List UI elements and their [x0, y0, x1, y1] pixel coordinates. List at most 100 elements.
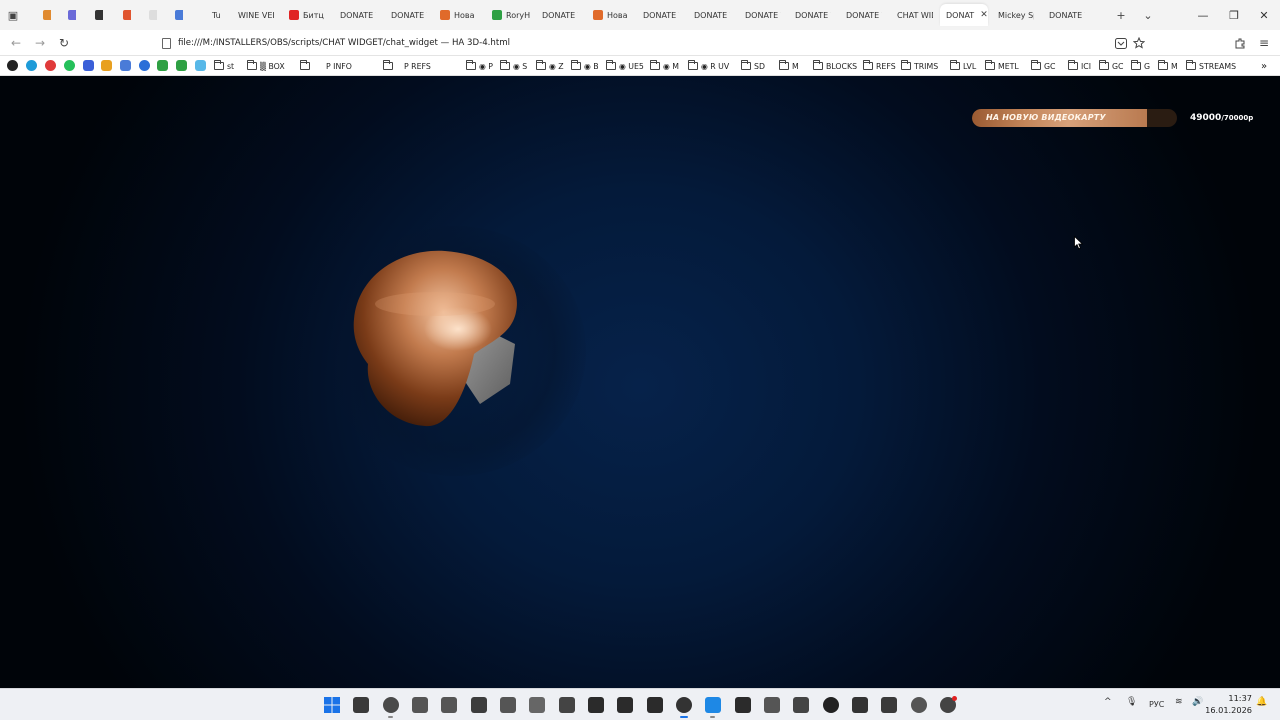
minimize-button[interactable]: —	[1193, 6, 1213, 24]
tab-active[interactable]: DONAT ✕	[940, 4, 988, 26]
app-icon[interactable]	[383, 697, 399, 713]
bookmark-folder[interactable]: P INFO	[326, 59, 352, 73]
blue-circle-icon[interactable]	[26, 60, 37, 71]
firefox-icon[interactable]	[676, 697, 692, 713]
bookmark-folder[interactable]: G	[1131, 59, 1150, 73]
url-text[interactable]: file:///M:/INSTALLERS/OBS/scripts/CHAT W…	[178, 38, 510, 48]
bookmark-folder[interactable]: METL	[985, 59, 1019, 73]
bookmark-folder[interactable]: GC	[1099, 59, 1124, 73]
tab-list-button[interactable]: ⌄	[1140, 7, 1156, 23]
browser-tab[interactable]: RoryH	[486, 4, 542, 26]
browser-tab[interactable]: Нова	[587, 4, 643, 26]
app-icon[interactable]	[793, 697, 809, 713]
bookmark-folder[interactable]: ◉ S	[500, 59, 527, 73]
image-icon[interactable]	[101, 60, 112, 71]
browser-tab[interactable]: DONATE V	[385, 4, 427, 26]
microphone-app-icon[interactable]	[911, 697, 927, 713]
reload-button[interactable]: ↻	[56, 35, 72, 51]
substance-icon[interactable]	[617, 697, 633, 713]
browser-tab[interactable]: Mickey Sp	[992, 4, 1034, 26]
spotify-icon[interactable]	[823, 697, 839, 713]
bookmark-folder[interactable]: GC	[1031, 59, 1056, 73]
bookmark-folder[interactable]: ICI	[1068, 59, 1091, 73]
bookmark-folder[interactable]: st	[214, 59, 234, 73]
photo-icon[interactable]	[195, 60, 206, 71]
browser-tab[interactable]: DONATE V	[334, 4, 376, 26]
painter-icon[interactable]	[647, 697, 663, 713]
bookmark-folder[interactable]: ◉ Z	[536, 59, 564, 73]
check-icon[interactable]	[139, 60, 150, 71]
browser-tab[interactable]	[169, 4, 183, 26]
more-bookmarks-icon[interactable]: »	[1261, 59, 1267, 73]
browser-tab[interactable]	[62, 4, 76, 26]
browser-tab[interactable]: DONATE V	[840, 4, 882, 26]
task-view-icon[interactable]	[353, 697, 369, 713]
docs-icon[interactable]	[83, 60, 94, 71]
blender-like-icon[interactable]	[412, 697, 428, 713]
volume-icon[interactable]: 🔊	[1192, 697, 1203, 707]
bookmark-folder[interactable]: ◉ M	[650, 59, 679, 73]
forward-button[interactable]: →	[32, 35, 48, 51]
photoshop-icon[interactable]	[588, 697, 604, 713]
k-icon[interactable]	[176, 60, 187, 71]
bookmark-star-icon[interactable]	[1131, 35, 1147, 51]
browser-tab[interactable]: DONATE V	[1043, 4, 1085, 26]
bookmark-folder[interactable]: ◉ R UV	[688, 59, 729, 73]
browser-tab[interactable]: WINE VEL	[232, 4, 274, 26]
browser-tab[interactable]	[89, 4, 103, 26]
browser-tab[interactable]: DONATE V	[536, 4, 578, 26]
browser-tab[interactable]: Битц	[283, 4, 339, 26]
menu-icon[interactable]: ≡	[1256, 35, 1272, 51]
github-icon[interactable]	[7, 60, 18, 71]
language-indicator[interactable]: РУС	[1149, 700, 1164, 709]
tab-actions-icon[interactable]: ▣	[5, 7, 21, 23]
notification-bell-icon[interactable]: 🔔	[1256, 697, 1267, 707]
wifi-icon[interactable]: ≋	[1175, 697, 1183, 707]
bookmark-folder[interactable]	[383, 59, 393, 73]
browser-tab[interactable]: Нова	[434, 4, 490, 26]
address-bar[interactable]: file:///M:/INSTALLERS/OBS/scripts/CHAT W…	[154, 33, 1154, 53]
back-button[interactable]: ←	[8, 35, 24, 51]
browser-tab[interactable]: DONATE V	[739, 4, 781, 26]
close-window-button[interactable]: ✕	[1254, 6, 1274, 24]
whatsapp-icon[interactable]	[64, 60, 75, 71]
browser-tab[interactable]: DONATE V	[637, 4, 679, 26]
app-icon[interactable]	[529, 697, 545, 713]
bookmark-folder[interactable]: P REFS	[404, 59, 431, 73]
app-icon[interactable]	[441, 697, 457, 713]
system-clock[interactable]: 11:37 16.01.2026	[1205, 692, 1252, 716]
microphone-icon[interactable]: 🎙	[1126, 697, 1137, 707]
windows-start-icon[interactable]	[324, 697, 340, 713]
browser-tab[interactable]	[37, 4, 51, 26]
translate-icon[interactable]	[120, 60, 131, 71]
extensions-icon[interactable]	[1232, 35, 1248, 51]
browser-tab[interactable]: DONATE V	[789, 4, 831, 26]
browser-tab[interactable]: Tu	[206, 4, 224, 26]
app-icon[interactable]	[559, 697, 575, 713]
media-icon[interactable]	[852, 697, 868, 713]
bookmark-folder[interactable]: ◉ UE5	[606, 59, 644, 73]
app-icon[interactable]	[764, 697, 780, 713]
app-icon[interactable]	[500, 697, 516, 713]
premiere-icon[interactable]	[735, 697, 751, 713]
bookmark-folder[interactable]: M	[779, 59, 799, 73]
tray-overflow-icon[interactable]: ^	[1104, 697, 1112, 707]
bookmark-folder[interactable]: LVL	[950, 59, 976, 73]
browser-tab[interactable]	[117, 4, 131, 26]
restore-button[interactable]: ❐	[1224, 6, 1244, 24]
bookmark-folder[interactable]: SD	[741, 59, 765, 73]
bookmark-folder[interactable]	[300, 59, 310, 73]
new-tab-button[interactable]: +	[1113, 7, 1129, 23]
close-tab-icon[interactable]: ✕	[980, 10, 988, 20]
bookmark-folder[interactable]: STREAMS	[1186, 59, 1236, 73]
bookmark-folder[interactable]: REFS	[863, 59, 896, 73]
browser-tab[interactable]: CHAT WID	[891, 4, 933, 26]
app-icon[interactable]	[471, 697, 487, 713]
bookmark-folder[interactable]: ◉ B	[571, 59, 599, 73]
bookmark-folder[interactable]: ◉ P	[466, 59, 493, 73]
save-to-pocket-icon[interactable]	[1113, 35, 1129, 51]
browser-tab[interactable]: DONATE V	[688, 4, 730, 26]
monitor-icon[interactable]	[881, 697, 897, 713]
pinterest-icon[interactable]	[45, 60, 56, 71]
browser-tab[interactable]	[143, 4, 157, 26]
